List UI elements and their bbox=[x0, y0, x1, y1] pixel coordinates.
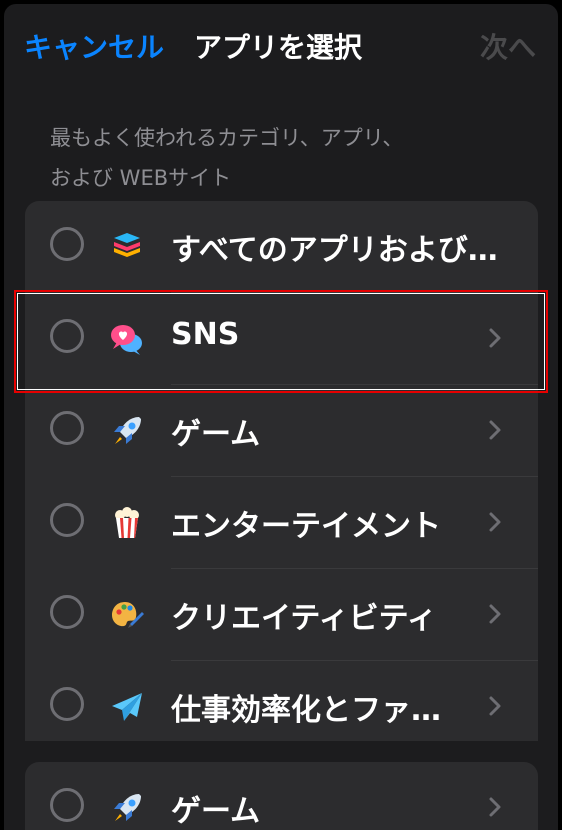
palette-icon bbox=[112, 602, 144, 628]
category-row-games[interactable]: ゲーム bbox=[25, 385, 538, 477]
category-row-all-apps[interactable]: すべてのアプリおよび… bbox=[25, 201, 538, 293]
select-circle[interactable] bbox=[50, 227, 84, 261]
next-button[interactable]: 次へ bbox=[480, 26, 536, 66]
rocket-icon bbox=[114, 794, 141, 821]
cancel-button[interactable]: キャンセル bbox=[24, 26, 164, 66]
stack-icon bbox=[114, 233, 140, 257]
category-row-creativity[interactable]: クリエイティビティ bbox=[25, 569, 538, 661]
chevron-right-icon bbox=[489, 328, 501, 348]
select-circle[interactable] bbox=[50, 319, 84, 353]
select-circle[interactable] bbox=[50, 595, 84, 629]
category-label: SNS bbox=[171, 317, 240, 352]
chevron-right-icon bbox=[489, 696, 501, 716]
section-description: 最もよく使われるカテゴリ、アプリ、 および WEBサイト bbox=[50, 118, 510, 198]
chevron-right-icon bbox=[489, 512, 501, 532]
nav-header: キャンセル アプリを選択 次へ bbox=[4, 4, 558, 84]
category-label: ゲーム bbox=[171, 417, 261, 452]
rocket-icon bbox=[114, 417, 141, 444]
popcorn-icon bbox=[115, 507, 139, 538]
category-row-entertainment[interactable]: エンターテイメント bbox=[25, 477, 538, 569]
category-row-sns[interactable]: SNS bbox=[25, 293, 538, 385]
select-circle[interactable] bbox=[50, 503, 84, 537]
category-list: すべてのアプリおよび… SNS ゲーム エンターテイメント クリエイティビティ … bbox=[25, 201, 538, 741]
category-label: 仕事効率化とファ… bbox=[171, 693, 441, 728]
category-list-secondary: ゲーム bbox=[25, 762, 538, 830]
category-label: ゲーム bbox=[171, 794, 261, 829]
select-circle[interactable] bbox=[50, 687, 84, 721]
category-label: すべてのアプリおよび… bbox=[171, 233, 498, 268]
chat-heart-icon bbox=[111, 325, 142, 355]
app-picker-sheet: キャンセル アプリを選択 次へ 最もよく使われるカテゴリ、アプリ、 および WE… bbox=[4, 4, 558, 830]
category-row-games-secondary[interactable]: ゲーム bbox=[25, 762, 538, 830]
chevron-right-icon bbox=[489, 604, 501, 624]
page-title: アプリを選択 bbox=[194, 31, 363, 64]
description-line-1: 最もよく使われるカテゴリ、アプリ、 bbox=[50, 126, 404, 150]
description-line-2: および WEBサイト bbox=[50, 166, 232, 190]
category-label: エンターテイメント bbox=[171, 509, 441, 544]
select-circle[interactable] bbox=[50, 411, 84, 445]
select-circle[interactable] bbox=[50, 788, 84, 822]
paper-plane-icon bbox=[112, 693, 142, 721]
chevron-right-icon bbox=[489, 420, 501, 440]
chevron-right-icon bbox=[489, 797, 501, 817]
category-row-productivity[interactable]: 仕事効率化とファ… bbox=[25, 661, 538, 741]
category-label: クリエイティビティ bbox=[171, 601, 437, 636]
